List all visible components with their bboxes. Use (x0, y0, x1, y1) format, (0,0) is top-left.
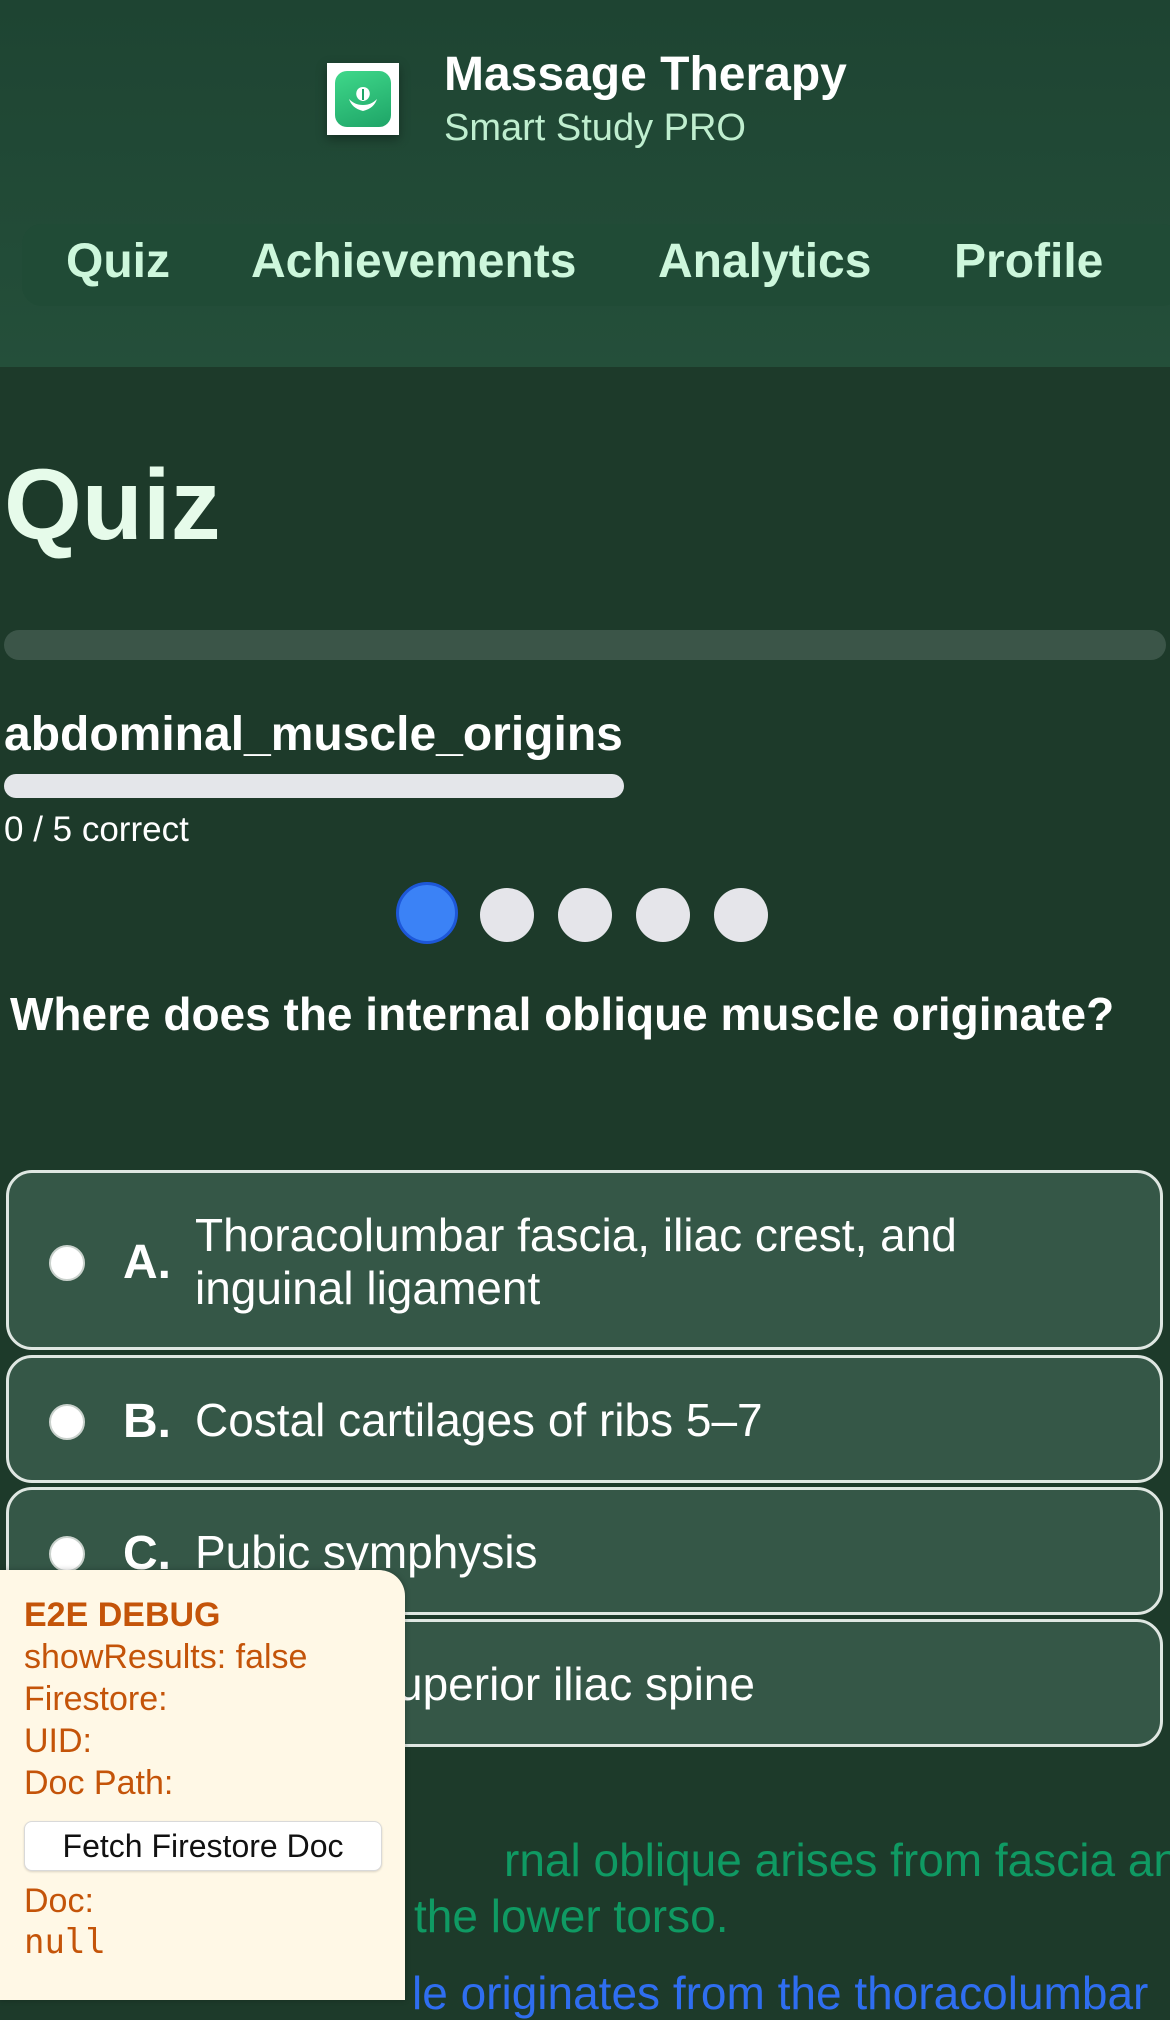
app-title: Massage Therapy (444, 48, 847, 101)
page-progress-track (4, 630, 1166, 660)
option-text: Thoracolumbar fascia, iliac crest, and i… (195, 1209, 957, 1314)
debug-title: E2E DEBUG (24, 1596, 221, 1634)
nav-item-achievements[interactable]: Achievements (251, 234, 576, 289)
hands-leaf-icon (335, 71, 391, 127)
question-dot-2[interactable] (480, 888, 534, 942)
nav-item-profile[interactable]: Profile (954, 234, 1103, 289)
debug-doc-path: Doc Path: (24, 1764, 174, 1802)
debug-doc-label: Doc: (24, 1882, 94, 1920)
quiz-name: abdominal_muscle_origins (4, 708, 623, 761)
page-title: Quiz (4, 449, 221, 561)
option-letter: B. (123, 1395, 171, 1448)
answer-option-b[interactable]: B. Costal cartilages of ribs 5–7 (6, 1355, 1163, 1483)
option-letter: A. (123, 1236, 171, 1289)
question-dot-5[interactable] (714, 888, 768, 942)
nav-item-quiz[interactable]: Quiz (66, 234, 170, 289)
detail-text: le originates from the thoracolumbar (412, 1967, 1149, 2019)
explanation-line-2: the lower torso. (414, 1890, 729, 1942)
question-dots (0, 882, 1170, 944)
radio-button[interactable] (49, 1245, 85, 1281)
question-dot-1[interactable] (396, 882, 458, 944)
nav-item-analytics[interactable]: Analytics (658, 234, 871, 289)
score-text: 0 / 5 correct (4, 810, 189, 849)
fetch-firestore-doc-button[interactable]: Fetch Firestore Doc (24, 1821, 382, 1871)
debug-panel: E2E DEBUG showResults: false Firestore: … (0, 1570, 405, 2000)
question-text: Where does the internal oblique muscle o… (10, 988, 1115, 1040)
debug-doc-value: null (24, 1922, 106, 1962)
app-header: Massage Therapy Smart Study PRO Quiz Ach… (0, 0, 1170, 367)
debug-uid: UID: (24, 1722, 92, 1760)
option-text: uperior iliac spine (397, 1658, 755, 1710)
debug-firestore: Firestore: (24, 1680, 168, 1718)
app-subtitle: Smart Study PRO (444, 107, 746, 149)
explanation-line-1: rnal oblique arises from fascia and (504, 1834, 1170, 1886)
app-logo (327, 63, 399, 135)
debug-show-results: showResults: false (24, 1638, 308, 1676)
answer-option-a[interactable]: A. Thoracolumbar fascia, iliac crest, an… (6, 1170, 1163, 1350)
question-dot-3[interactable] (558, 888, 612, 942)
option-text: Costal cartilages of ribs 5–7 (195, 1394, 763, 1446)
main-nav: Quiz Achievements Analytics Profile (22, 224, 1170, 306)
radio-button[interactable] (49, 1404, 85, 1440)
radio-button[interactable] (49, 1536, 85, 1572)
question-dot-4[interactable] (636, 888, 690, 942)
quiz-progress-bar (4, 774, 624, 798)
